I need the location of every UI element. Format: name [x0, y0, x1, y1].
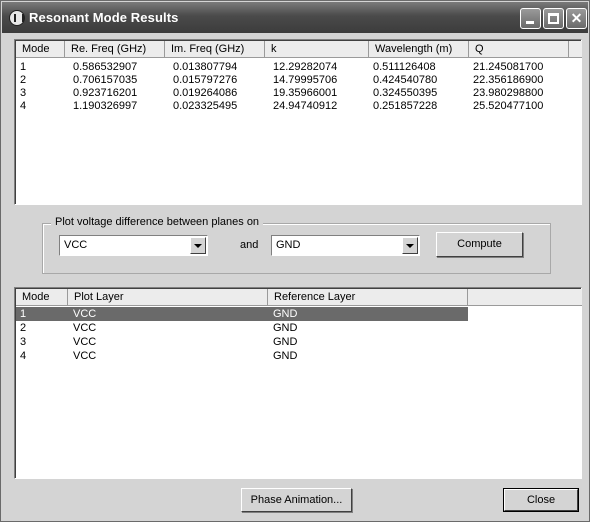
plot-layer-value: VCC	[64, 239, 88, 251]
maximize-icon	[548, 13, 559, 24]
column-header-reference-layer[interactable]: Reference Layer	[268, 289, 468, 306]
and-label: and	[240, 239, 259, 251]
table-cell: GND	[273, 308, 298, 320]
plot-voltage-group-label: Plot voltage difference between planes o…	[51, 216, 264, 228]
table-cell: 0.424540780	[373, 74, 438, 86]
results-list[interactable]: Mode Re. Freq (GHz) Im. Freq (GHz) k Wav…	[14, 39, 582, 205]
close-button[interactable]: Close	[503, 488, 579, 512]
table-cell: 0.706157035	[73, 74, 138, 86]
chevron-down-icon[interactable]	[402, 237, 418, 254]
column-header-filler	[468, 289, 582, 306]
table-cell: 0.324550395	[373, 87, 438, 99]
reference-layer-select[interactable]: GND	[271, 235, 420, 256]
table-cell: 0.923716201	[73, 87, 138, 99]
list-item[interactable]: 2 VCC GND	[16, 321, 468, 335]
table-cell: 0.251857228	[373, 100, 438, 112]
window-title: Resonant Mode Results	[29, 10, 179, 25]
compute-button[interactable]: Compute	[436, 232, 523, 257]
table-cell: 12.29282074	[273, 61, 338, 73]
maximize-button[interactable]	[543, 8, 564, 29]
table-cell: 14.79995706	[273, 74, 338, 86]
column-header-re-freq[interactable]: Re. Freq (GHz)	[65, 41, 165, 58]
table-cell: 21.245081700	[473, 61, 544, 73]
table-cell: 0.511126408	[373, 61, 436, 73]
table-cell: VCC	[73, 308, 97, 320]
column-header-plot-layer[interactable]: Plot Layer	[68, 289, 268, 306]
table-cell: VCC	[73, 336, 97, 348]
table-cell: 25.520477100	[473, 100, 544, 112]
resonant-mode-dialog: Resonant Mode Results ✕ Mode Re. Freq (G…	[0, 0, 590, 522]
table-cell: 0.586532907	[73, 61, 138, 73]
minimize-icon	[526, 21, 534, 24]
table-cell: 4	[20, 100, 27, 112]
table-cell: 22.356186900	[473, 74, 544, 86]
table-cell: 2	[20, 322, 27, 334]
list-item[interactable]: 3 VCC GND	[16, 335, 468, 349]
table-row[interactable]: 2 0.706157035 0.015797276 14.79995706 0.4245…	[16, 73, 582, 87]
table-row[interactable]: 3 0.923716201 0.019264086 19.35966001 0.3245…	[16, 86, 582, 100]
phase-animation-button[interactable]: Phase Animation...	[241, 488, 352, 512]
column-header-wavelength[interactable]: Wavelength (m)	[369, 41, 469, 58]
table-cell: VCC	[73, 322, 97, 334]
table-cell: 24.94740912	[273, 100, 338, 112]
table-cell: VCC	[73, 350, 97, 362]
table-cell: 3	[20, 87, 27, 99]
column-header-filler	[569, 41, 582, 58]
column-header-mode[interactable]: Mode	[16, 41, 65, 58]
table-cell: 3	[20, 336, 27, 348]
table-cell: 0.015797276	[173, 74, 238, 86]
close-window-button[interactable]: ✕	[566, 8, 587, 29]
column-header-mode[interactable]: Mode	[16, 289, 68, 306]
table-cell: 0.019264086	[173, 87, 238, 99]
reference-layer-value: GND	[276, 239, 301, 251]
table-row[interactable]: 1 0.586532907 0.013807794 12.29282074 0.5111…	[16, 60, 582, 74]
column-header-k[interactable]: k	[265, 41, 369, 58]
table-cell: 0.023325495	[173, 100, 238, 112]
table-cell: GND	[273, 322, 298, 334]
close-icon: ✕	[570, 10, 583, 26]
table-cell: GND	[273, 336, 298, 348]
table-cell: 1	[20, 61, 27, 73]
table-cell: 0.013807794	[173, 61, 238, 73]
minimize-button[interactable]	[520, 8, 541, 29]
table-cell: 23.980298800	[473, 87, 544, 99]
column-header-im-freq[interactable]: Im. Freq (GHz)	[165, 41, 265, 58]
table-cell: 1.190326997	[73, 100, 138, 112]
plot-layer-select[interactable]: VCC	[59, 235, 208, 256]
table-cell: 4	[20, 350, 27, 362]
table-cell: GND	[273, 350, 298, 362]
list-item[interactable]: 4 VCC GND	[16, 349, 468, 363]
column-header-q[interactable]: Q	[469, 41, 569, 58]
list-item[interactable]: 1 VCC GND	[16, 307, 468, 321]
table-cell: 2	[20, 74, 27, 86]
chevron-down-icon[interactable]	[190, 237, 206, 254]
table-row[interactable]: 4 1.190326997 0.023325495 24.94740912 0.2518…	[16, 99, 582, 113]
app-icon	[9, 10, 25, 26]
title-bar[interactable]: Resonant Mode Results ✕	[2, 2, 588, 33]
table-cell: 1	[20, 308, 27, 320]
table-cell: 19.35966001	[273, 87, 338, 99]
layers-list[interactable]: Mode Plot Layer Reference Layer 1 VCC GND 2…	[14, 287, 582, 479]
